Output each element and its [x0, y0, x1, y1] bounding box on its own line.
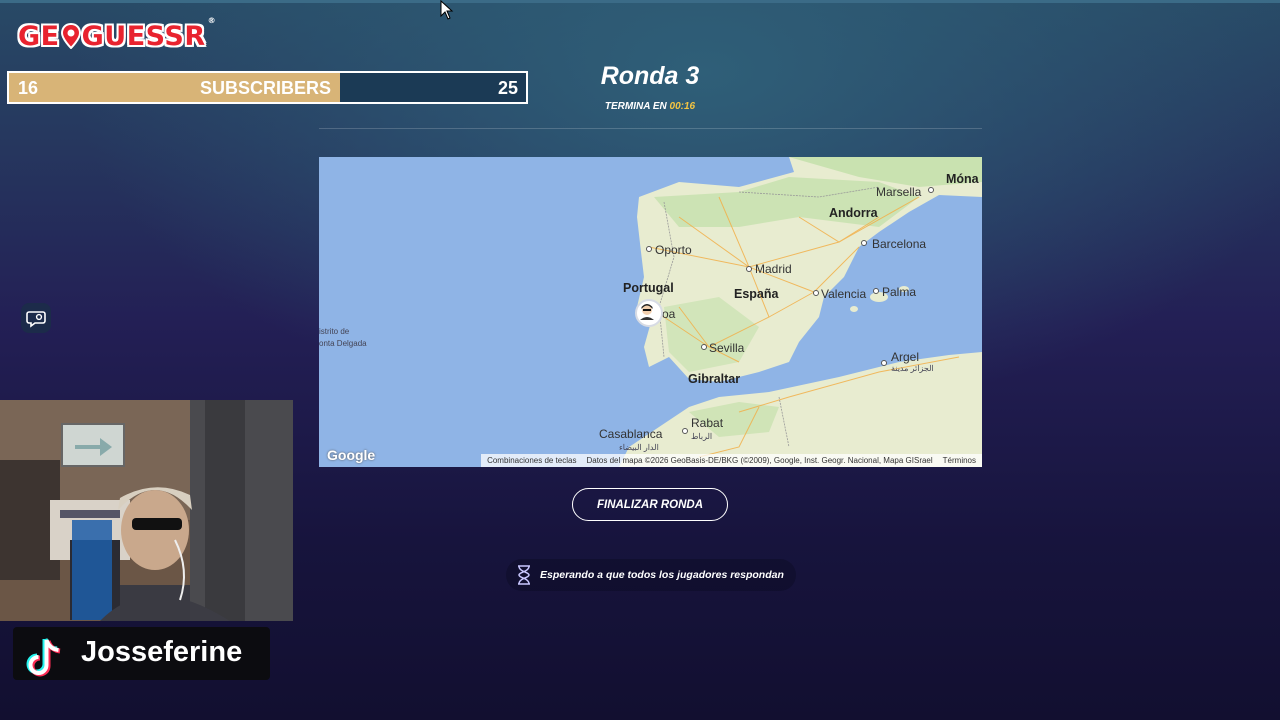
map-label: Andorra — [829, 206, 878, 220]
round-timer-label: TERMINA EN — [604, 101, 667, 112]
terms-link[interactable]: Términos — [943, 456, 976, 465]
keyboard-shortcuts-link[interactable]: Combinaciones de teclas — [487, 456, 576, 465]
chat-icon — [26, 311, 46, 328]
subscriber-goal-bar: 16 SUBSCRIBERS 25 — [7, 71, 528, 104]
player-avatar-icon — [640, 304, 654, 320]
subscriber-current-count: 16 — [18, 78, 39, 98]
map-label-small: الجزائر مدينة — [891, 364, 934, 373]
finalize-round-button[interactable]: FINALIZAR RONDA — [572, 488, 728, 521]
hourglass-icon — [518, 565, 530, 585]
map-label: Gibraltar — [688, 372, 741, 386]
map-label: Madrid — [755, 262, 792, 276]
map-label: Oporto — [655, 243, 692, 257]
map-label: Móna — [946, 172, 979, 186]
map-label: Portugal — [623, 281, 674, 295]
header-divider — [319, 128, 982, 129]
round-time-left: 00:16 — [669, 101, 696, 112]
google-logo: Google — [327, 447, 376, 463]
map-label: Argel — [891, 350, 920, 364]
logo-text-left: GE — [18, 20, 60, 52]
geoguessr-logo: GE GUESSR ® — [18, 16, 217, 54]
map-label: Casablanca — [599, 427, 663, 441]
logo-text-right: GUESSR — [81, 20, 206, 52]
map-label-small: onta Delgada — [319, 339, 367, 348]
map-label-small: istrito de — [319, 327, 350, 336]
map-label: Rabat — [691, 416, 724, 430]
chat-button[interactable] — [21, 303, 51, 333]
waiting-status: Esperando a que todos los jugadores resp… — [506, 559, 796, 591]
map-label: Valencia — [821, 287, 867, 301]
map-label: oa — [662, 307, 676, 321]
map-label-small: الرباط — [691, 432, 713, 441]
round-title: Ronda 3 — [600, 62, 700, 90]
subscriber-label: SUBSCRIBERS — [200, 78, 332, 98]
map-attribution: Combinaciones de teclas Datos del mapa ©… — [481, 454, 982, 467]
round-timer: TERMINA EN 00:16 — [520, 101, 780, 112]
map-label-small: الدار البيضاء — [619, 443, 659, 452]
streamer-webcam — [0, 400, 293, 621]
top-edge-line — [0, 0, 1280, 3]
tiktok-icon — [26, 638, 61, 677]
mouse-cursor-icon — [440, 0, 454, 20]
streamer-handle: Josseferine — [81, 636, 243, 668]
subscriber-goal-count: 25 — [497, 78, 518, 98]
logo-registered-mark: ® — [207, 16, 217, 25]
webcam-feed — [0, 400, 293, 621]
map-label: Sevilla — [709, 341, 745, 355]
map-label: Barcelona — [872, 237, 927, 251]
pin-icon — [60, 22, 81, 50]
map-data-attribution: Datos del mapa ©2026 GeoBasis-DE/BKG (©2… — [586, 456, 933, 465]
map-label: España — [734, 287, 779, 301]
tiktok-banner: Josseferine — [13, 627, 270, 680]
map-label: Palma — [882, 285, 917, 299]
player-guess-marker[interactable] — [635, 299, 663, 327]
waiting-text: Esperando a que todos los jugadores resp… — [540, 569, 784, 581]
guess-map[interactable]: Marsella Móna Andorra Oporto Barcelona M… — [319, 157, 982, 467]
map-label: Marsella — [876, 185, 922, 199]
